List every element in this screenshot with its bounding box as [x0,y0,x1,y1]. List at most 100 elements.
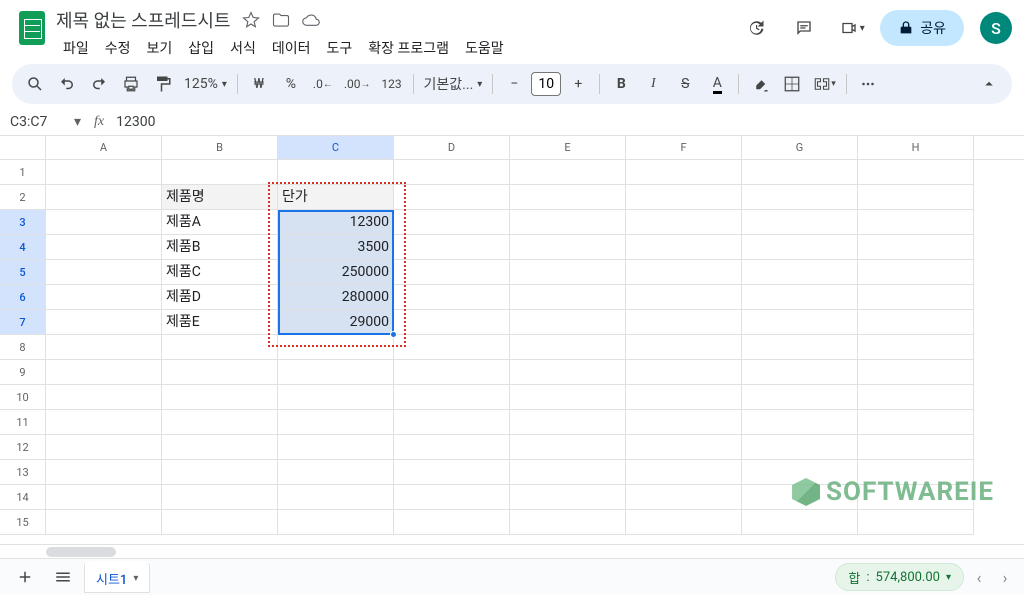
cell[interactable] [858,485,974,510]
menu-3[interactable]: 삽입 [181,34,221,62]
cell[interactable] [278,485,394,510]
document-title[interactable]: 제목 없는 스프레드시트 [56,7,231,33]
cell[interactable] [394,310,510,335]
cell[interactable] [858,435,974,460]
cell[interactable] [394,285,510,310]
cell[interactable] [46,435,162,460]
more-formats-button[interactable]: 123 [377,69,407,99]
cell[interactable]: 제품D [162,285,278,310]
cell[interactable] [626,185,742,210]
cell[interactable] [510,185,626,210]
cell[interactable] [46,260,162,285]
cell[interactable]: 제품C [162,260,278,285]
cell[interactable] [162,510,278,535]
cell[interactable] [46,485,162,510]
row-header[interactable]: 9 [0,360,46,385]
name-box-dropdown-icon[interactable]: ▾ [74,114,86,130]
merge-cells-icon[interactable]: ▾ [809,69,840,99]
cell[interactable] [626,285,742,310]
cell[interactable] [510,260,626,285]
row-header[interactable]: 6 [0,285,46,310]
column-header[interactable]: B [162,136,278,159]
cell[interactable] [742,360,858,385]
menu-1[interactable]: 수정 [98,34,138,62]
menu-5[interactable]: 데이터 [265,34,318,62]
cell[interactable] [626,510,742,535]
cell[interactable] [394,485,510,510]
menu-7[interactable]: 확장 프로그램 [361,34,456,62]
cell[interactable] [46,235,162,260]
cell[interactable] [742,310,858,335]
cell[interactable] [394,410,510,435]
row-header[interactable]: 5 [0,260,46,285]
search-menus-icon[interactable] [20,69,50,99]
font-size-input[interactable] [531,72,561,96]
cell[interactable] [46,310,162,335]
cell[interactable] [510,285,626,310]
history-icon[interactable] [736,8,776,48]
print-icon[interactable] [116,69,146,99]
share-button[interactable]: 공유 [880,10,964,46]
cell[interactable] [742,510,858,535]
row-header[interactable]: 13 [0,460,46,485]
sheet-tab[interactable]: 시트1 ▾ [84,561,150,593]
undo-icon[interactable] [52,69,82,99]
cell[interactable] [742,260,858,285]
cell[interactable] [394,360,510,385]
cell[interactable] [510,385,626,410]
cell[interactable]: 280000 [278,285,394,310]
cell[interactable] [742,285,858,310]
row-header[interactable]: 7 [0,310,46,335]
cell[interactable] [46,385,162,410]
cell[interactable] [858,335,974,360]
explore-right-icon[interactable]: › [994,566,1016,588]
star-icon[interactable] [241,10,261,30]
cell[interactable]: 단가 [278,185,394,210]
column-header[interactable]: C [278,136,394,159]
cell[interactable] [394,260,510,285]
cell[interactable]: 250000 [278,260,394,285]
collapse-toolbar-icon[interactable] [974,69,1004,99]
cell[interactable] [162,410,278,435]
italic-button[interactable]: I [638,69,668,99]
cell[interactable] [394,460,510,485]
menu-2[interactable]: 보기 [140,34,180,62]
cell[interactable] [626,360,742,385]
increase-decimal-icon[interactable]: .00→ [340,69,375,99]
cell[interactable] [858,160,974,185]
cell[interactable] [510,360,626,385]
cell[interactable] [510,210,626,235]
cell[interactable] [46,510,162,535]
formula-input[interactable]: 12300 [112,114,1024,130]
cell[interactable] [278,460,394,485]
cell[interactable]: 29000 [278,310,394,335]
cell[interactable] [278,335,394,360]
cell[interactable] [626,485,742,510]
cell[interactable] [742,235,858,260]
menu-4[interactable]: 서식 [223,34,263,62]
add-sheet-button[interactable] [8,562,42,592]
row-header[interactable]: 3 [0,210,46,235]
cell[interactable] [626,335,742,360]
cell[interactable] [510,310,626,335]
row-header[interactable]: 4 [0,235,46,260]
percent-button[interactable]: % [276,69,306,99]
cell[interactable] [858,285,974,310]
cell[interactable]: 제품E [162,310,278,335]
sheet-tab-dropdown-icon[interactable]: ▾ [133,573,138,584]
cell[interactable] [626,310,742,335]
font-dropdown[interactable]: 기본값...▾ [420,74,487,94]
cell[interactable] [858,260,974,285]
name-box[interactable]: C3:C7 [0,114,74,130]
select-all-corner[interactable] [0,136,46,159]
cell[interactable] [394,210,510,235]
cell[interactable] [510,160,626,185]
row-header[interactable]: 2 [0,185,46,210]
cell[interactable] [742,185,858,210]
cell[interactable] [858,510,974,535]
cell[interactable] [626,460,742,485]
cell[interactable] [394,335,510,360]
row-header[interactable]: 15 [0,510,46,535]
cell[interactable] [510,410,626,435]
strikethrough-button[interactable]: S [670,69,700,99]
